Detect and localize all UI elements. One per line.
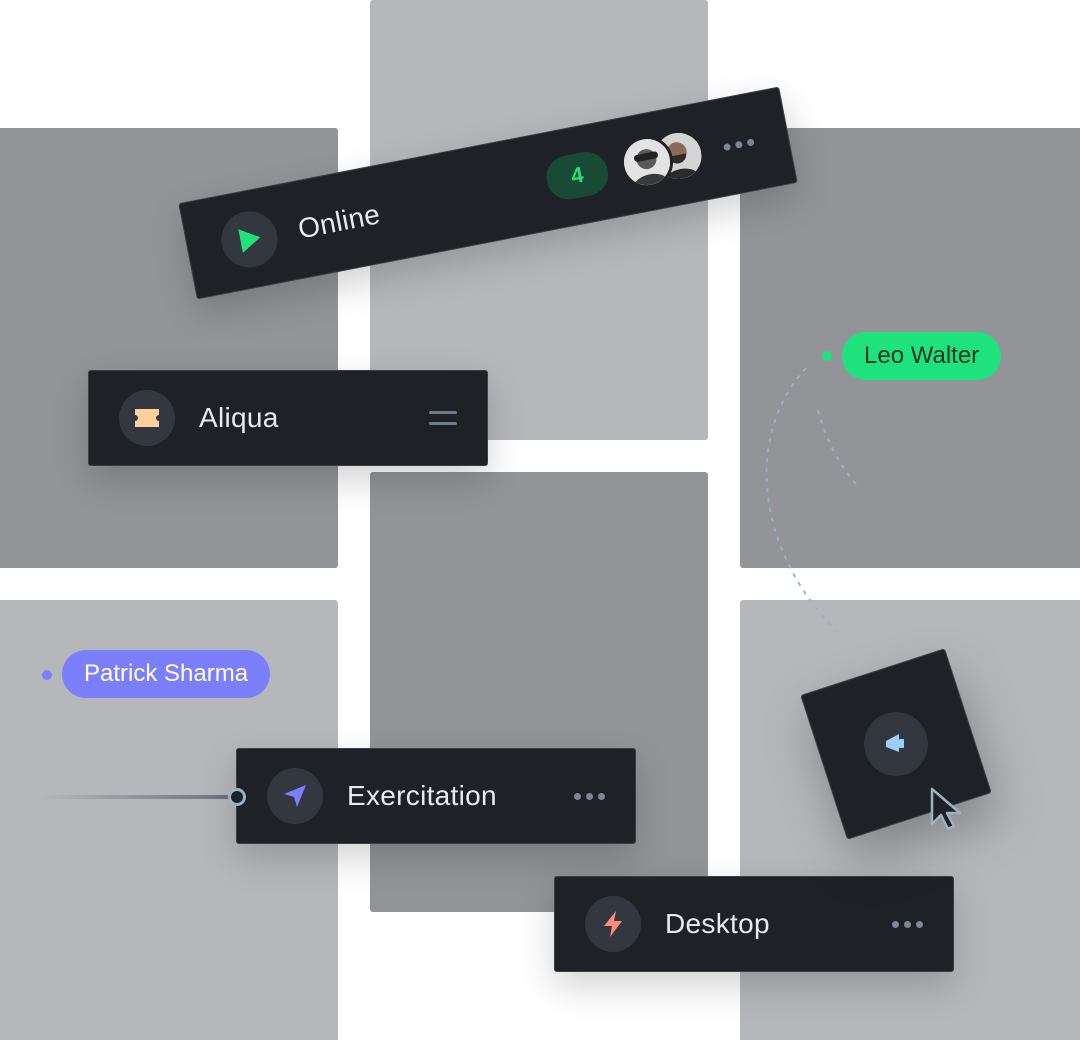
patrick-sharma-name: Patrick Sharma: [84, 660, 249, 687]
megaphone-icon-container: [855, 703, 937, 785]
dashed-curve-inner: [817, 409, 857, 485]
play-icon: [238, 229, 261, 253]
play-icon-container: [216, 206, 283, 273]
avatar-group[interactable]: [616, 124, 715, 193]
count-badge-value: 4: [568, 161, 586, 189]
lightning-icon: [604, 911, 622, 937]
menu-lines-icon[interactable]: [429, 409, 457, 427]
ticket-icon-container: [119, 390, 175, 446]
aliqua-card-label: Aliqua: [199, 402, 279, 433]
lightning-icon-container: [585, 896, 641, 952]
patrick-sharma-dot: [42, 670, 52, 680]
megaphone-icon: [886, 734, 904, 752]
exercitation-card-label: Exercitation: [347, 780, 497, 811]
exercitation-card[interactable]: Exercitation: [236, 748, 636, 844]
leo-walter-name: Leo Walter: [864, 342, 980, 369]
connector-handle[interactable]: [228, 788, 246, 806]
navigation-arrow-icon: [284, 785, 306, 807]
more-horizontal-icon[interactable]: [892, 920, 923, 928]
navigation-arrow-icon-container: [267, 768, 323, 824]
count-badge[interactable]: 4: [542, 148, 612, 204]
patrick-sharma-tag: Patrick Sharma: [62, 650, 271, 698]
more-horizontal-icon[interactable]: [722, 137, 755, 151]
aliqua-card[interactable]: Aliqua: [88, 370, 488, 466]
canvas: Online 4 Aliqua Leo Walter Patrick Sharm…: [0, 0, 1080, 1040]
online-card-label: Online: [295, 198, 383, 245]
dashed-curve-outer: [765, 367, 843, 637]
desktop-card[interactable]: Desktop: [554, 876, 954, 972]
mouse-cursor-icon: [930, 787, 962, 831]
leo-walter-dot: [822, 351, 832, 361]
ticket-icon: [135, 409, 159, 427]
leo-walter-tag: Leo Walter: [842, 332, 1002, 380]
more-horizontal-icon[interactable]: [574, 792, 605, 800]
desktop-card-label: Desktop: [665, 908, 770, 939]
connector-line-left: [40, 795, 230, 799]
